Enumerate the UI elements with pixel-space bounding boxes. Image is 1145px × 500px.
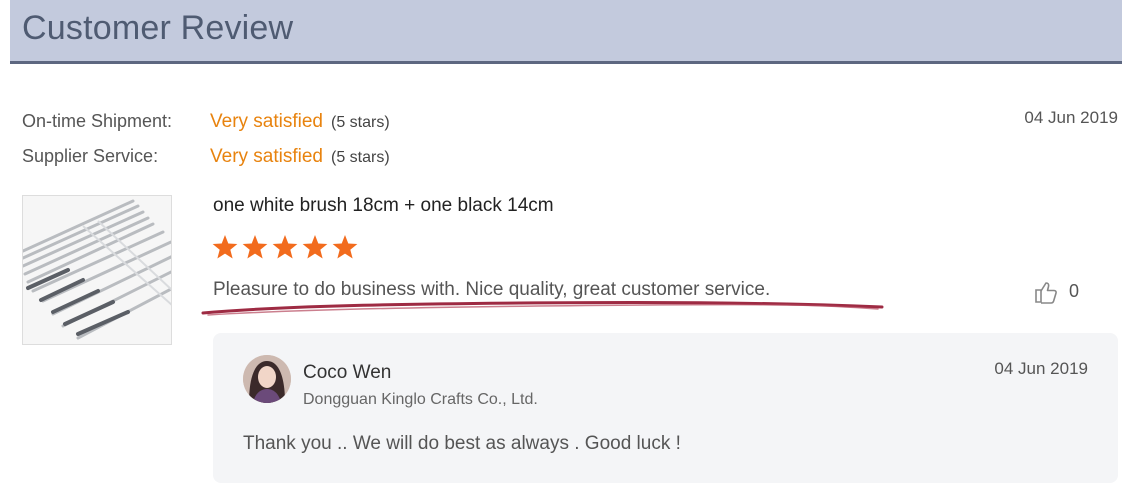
section-title: Customer Review [22, 9, 294, 47]
thumbs-up-icon [1035, 282, 1057, 304]
star-icon [332, 235, 358, 259]
product-title[interactable]: one white brush 18cm + one black 14cm [213, 195, 554, 217]
star-icon [272, 235, 298, 259]
section-header: Customer Review [10, 0, 1122, 64]
product-thumbnail[interactable] [22, 195, 172, 345]
star-icon [212, 235, 238, 259]
star-icon [242, 235, 268, 259]
like-button[interactable]: 0 [1033, 279, 1079, 307]
rating-row-shipment: On-time Shipment: Very satisfied (5 stars) [22, 111, 390, 133]
reply-text: Thank you .. We will do best as always .… [243, 433, 681, 454]
star-rating [212, 235, 358, 259]
hand-drawn-underline [201, 300, 884, 316]
rating-stars-note: (5 stars) [331, 149, 390, 166]
avatar [243, 355, 291, 403]
reply-author-name: Coco Wen [303, 362, 392, 383]
avatar-image [243, 355, 291, 403]
like-count: 0 [1069, 281, 1080, 301]
review-date: 04 Jun 2019 [1024, 108, 1118, 127]
product-image [23, 196, 171, 344]
star-icon [302, 235, 328, 259]
reply-company-name[interactable]: Dongguan Kinglo Crafts Co., Ltd. [303, 391, 538, 409]
rating-value: Very satisfied [210, 146, 323, 167]
rating-label: Supplier Service: [22, 146, 159, 166]
supplier-reply: Coco Wen Dongguan Kinglo Crafts Co., Ltd… [213, 333, 1118, 483]
rating-value: Very satisfied [210, 111, 323, 132]
rating-row-service: Supplier Service: Very satisfied (5 stars) [22, 146, 390, 168]
reply-date: 04 Jun 2019 [994, 359, 1088, 378]
rating-stars-note: (5 stars) [331, 114, 390, 131]
rating-label: On-time Shipment: [22, 111, 173, 131]
